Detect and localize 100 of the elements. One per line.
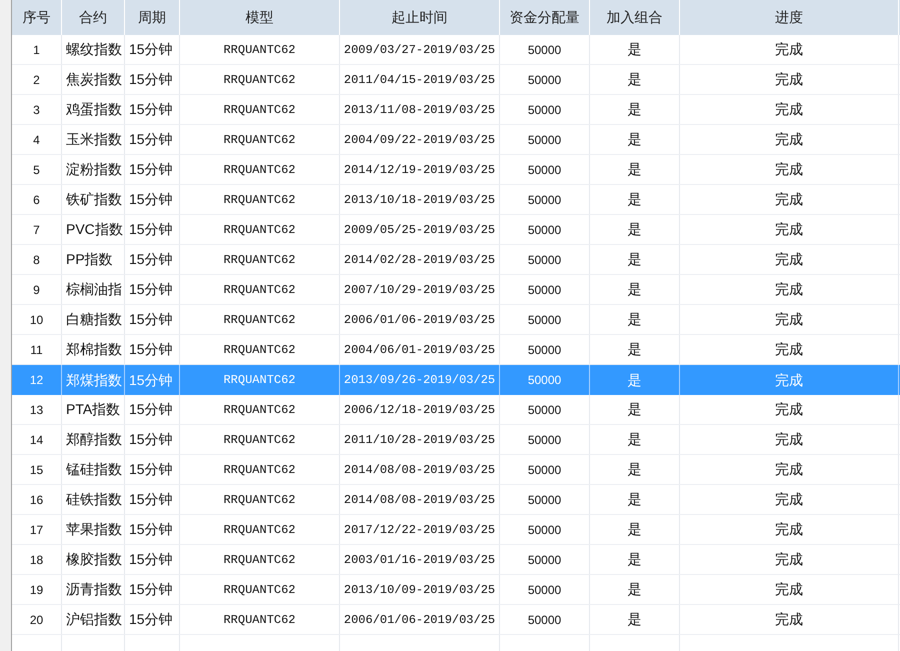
date-range-cell-text: 2014/08/08-2019/03/25 — [344, 492, 496, 508]
row-number-cell-text: 12 — [30, 372, 44, 389]
date-range-cell-text: 2014/08/08-2019/03/25 — [344, 462, 496, 478]
date-range-cell-text: 2013/09/26-2019/03/25 — [344, 372, 496, 389]
allocation-cell-text: 50000 — [528, 582, 562, 598]
allocation-cell-text: 50000 — [528, 492, 562, 508]
date-range-cell-text: 2009/05/25-2019/03/25 — [344, 222, 496, 238]
period-cell-text: 15分钟 — [129, 250, 173, 269]
progress-cell-text: 完成 — [775, 130, 803, 149]
allocation-cell-text: 50000 — [528, 372, 562, 389]
date-range-cell-text: 2013/10/18-2019/03/25 — [344, 192, 496, 208]
period-cell-text: 15分钟 — [129, 430, 173, 449]
table-row[interactable]: 7 PVC指数 15分钟 RRQUANTC62 2009/05/25-2019/03/25 50000 是 完成 — [12, 215, 900, 245]
table-row[interactable]: 9 棕榈油指 15分钟 RRQUANTC62 2007/10/29-2019/03/25 50000 是 完成 — [12, 275, 900, 305]
table-row[interactable]: 1 螺纹指数 15分钟 RRQUANTC62 2009/03/27-2019/03/25 50000 是 完成 — [12, 35, 900, 65]
allocation-cell-text: 50000 — [528, 612, 562, 628]
progress-cell-text: 完成 — [775, 70, 803, 89]
in-portfolio-cell-text: 是 — [628, 370, 642, 390]
table-row[interactable]: 14 郑醇指数 15分钟 RRQUANTC62 2011/10/28-2019/03/25 50000 是 完成 — [12, 425, 900, 455]
column-header[interactable]: 模型 — [180, 0, 340, 35]
contract-cell-text: 淀粉指数 — [66, 160, 122, 179]
contract-cell-text: PVC指数 — [66, 220, 123, 239]
table-row[interactable]: 2 焦炭指数 15分钟 RRQUANTC62 2011/04/15-2019/03/25 50000 是 完成 — [12, 65, 900, 95]
table-row[interactable]: 8 PP指数 15分钟 RRQUANTC62 2014/02/28-2019/03/25 50000 是 完成 — [12, 245, 900, 275]
in-portfolio-cell-text: 是 — [628, 550, 642, 569]
allocation-cell-text: 50000 — [528, 432, 562, 448]
contract-cell-text: 沪铝指数 — [66, 610, 122, 629]
in-portfolio-cell-text: 是 — [628, 460, 642, 479]
row-number-cell-text: 16 — [30, 492, 44, 508]
column-header[interactable]: 周期 — [125, 0, 180, 35]
contract-cell-text: 焦炭指数 — [66, 70, 122, 89]
model-cell-text: RRQUANTC62 — [223, 192, 296, 208]
column-header[interactable]: 起止时间 — [340, 0, 500, 35]
column-header[interactable]: 合约 — [62, 0, 125, 35]
model-cell-text: RRQUANTC62 — [223, 462, 296, 478]
table-row[interactable]: 4 玉米指数 15分钟 RRQUANTC62 2004/09/22-2019/03/25 50000 是 完成 — [12, 125, 900, 155]
contract-cell-text: 沥青指数 — [66, 580, 122, 599]
table-row[interactable]: 16 硅铁指数 15分钟 RRQUANTC62 2014/08/08-2019/03/25 50000 是 完成 — [12, 485, 900, 515]
progress-cell-text: 完成 — [775, 550, 803, 569]
allocation-cell-text: 50000 — [528, 552, 562, 568]
progress-cell-text: 完成 — [775, 40, 803, 59]
column-header[interactable]: 序号 — [12, 0, 62, 35]
period-cell-text: 15分钟 — [129, 340, 173, 359]
row-number-cell-text: 10 — [30, 312, 44, 328]
table-row[interactable]: 6 铁矿指数 15分钟 RRQUANTC62 2013/10/18-2019/03/25 50000 是 完成 — [12, 185, 900, 215]
contract-cell-text: 鸡蛋指数 — [66, 100, 122, 119]
column-header[interactable]: 进度 — [680, 0, 899, 35]
allocation-cell-text: 50000 — [528, 522, 562, 538]
date-range-cell-text: 2017/12/22-2019/03/25 — [344, 522, 496, 538]
table-row[interactable]: 5 淀粉指数 15分钟 RRQUANTC62 2014/12/19-2019/03/25 50000 是 完成 — [12, 155, 900, 185]
in-portfolio-cell-text: 是 — [628, 310, 642, 329]
allocation-cell-text: 50000 — [528, 192, 562, 208]
period-cell-text: 15分钟 — [129, 220, 173, 239]
table-row[interactable]: 13 PTA指数 15分钟 RRQUANTC62 2006/12/18-2019/03/25 50000 是 完成 — [12, 395, 900, 425]
allocation-cell-text: 50000 — [528, 222, 562, 238]
model-cell-text: RRQUANTC62 — [223, 342, 296, 358]
period-cell-text: 15分钟 — [129, 70, 173, 89]
period-cell-text: 15分钟 — [129, 460, 173, 479]
period-cell-text: 15分钟 — [129, 520, 173, 539]
model-cell-text: RRQUANTC62 — [223, 222, 296, 238]
table-row[interactable]: 19 沥青指数 15分钟 RRQUANTC62 2013/10/09-2019/03/25 50000 是 完成 — [12, 575, 900, 605]
date-range-cell-text: 2014/02/28-2019/03/25 — [344, 252, 496, 268]
in-portfolio-cell-text: 是 — [628, 340, 642, 359]
row-number-cell-text: 20 — [30, 612, 44, 628]
contract-cell-text: 锰硅指数 — [66, 460, 122, 479]
table-row[interactable]: 17 苹果指数 15分钟 RRQUANTC62 2017/12/22-2019/03/25 50000 是 完成 — [12, 515, 900, 545]
model-cell-text: RRQUANTC62 — [223, 522, 296, 538]
model-cell-text: RRQUANTC62 — [223, 42, 296, 58]
table-row[interactable]: 18 橡胶指数 15分钟 RRQUANTC62 2003/01/16-2019/03/25 50000 是 完成 — [12, 545, 900, 575]
table-row[interactable]: 20 沪铝指数 15分钟 RRQUANTC62 2006/01/06-2019/03/25 50000 是 完成 — [12, 605, 900, 635]
column-header[interactable]: 资金分配量 — [500, 0, 590, 35]
allocation-cell-text: 50000 — [528, 402, 562, 418]
in-portfolio-cell-text: 是 — [628, 190, 642, 209]
date-range-cell-text: 2006/12/18-2019/03/25 — [344, 402, 496, 418]
in-portfolio-cell-text: 是 — [628, 520, 642, 539]
progress-cell-text: 完成 — [775, 490, 803, 509]
period-cell-text: 15分钟 — [129, 310, 173, 329]
allocation-cell-text: 50000 — [528, 342, 562, 358]
model-cell-text: RRQUANTC62 — [223, 132, 296, 148]
in-portfolio-cell-text: 是 — [628, 580, 642, 599]
column-header[interactable]: 加入组合 — [590, 0, 680, 35]
date-range-cell-text: 2003/01/16-2019/03/25 — [344, 552, 496, 568]
contract-cell-text: 硅铁指数 — [66, 490, 122, 509]
allocation-cell-text: 50000 — [528, 462, 562, 478]
period-cell-text: 15分钟 — [129, 490, 173, 509]
progress-cell-text: 完成 — [775, 460, 803, 479]
table-row[interactable]: 3 鸡蛋指数 15分钟 RRQUANTC62 2013/11/08-2019/03/25 50000 是 完成 — [12, 95, 900, 125]
allocation-cell-text: 50000 — [528, 252, 562, 268]
table-row[interactable]: 15 锰硅指数 15分钟 RRQUANTC62 2014/08/08-2019/03/25 50000 是 完成 — [12, 455, 900, 485]
contract-cell-text: PP指数 — [66, 250, 113, 269]
model-cell-text: RRQUANTC62 — [223, 162, 296, 178]
model-cell-text: RRQUANTC62 — [223, 372, 296, 389]
model-cell-text: RRQUANTC62 — [223, 492, 296, 508]
date-range-cell-text: 2006/01/06-2019/03/25 — [344, 312, 496, 328]
table-row[interactable]: 10 白糖指数 15分钟 RRQUANTC62 2006/01/06-2019/03/25 50000 是 完成 — [12, 305, 900, 335]
date-range-cell-text: 2009/03/27-2019/03/25 — [344, 42, 496, 58]
contract-cell-text: 玉米指数 — [66, 130, 122, 149]
progress-cell-text: 完成 — [775, 340, 803, 359]
date-range-cell-text: 2011/04/15-2019/03/25 — [344, 72, 496, 88]
row-number-cell-text: 9 — [33, 282, 40, 298]
